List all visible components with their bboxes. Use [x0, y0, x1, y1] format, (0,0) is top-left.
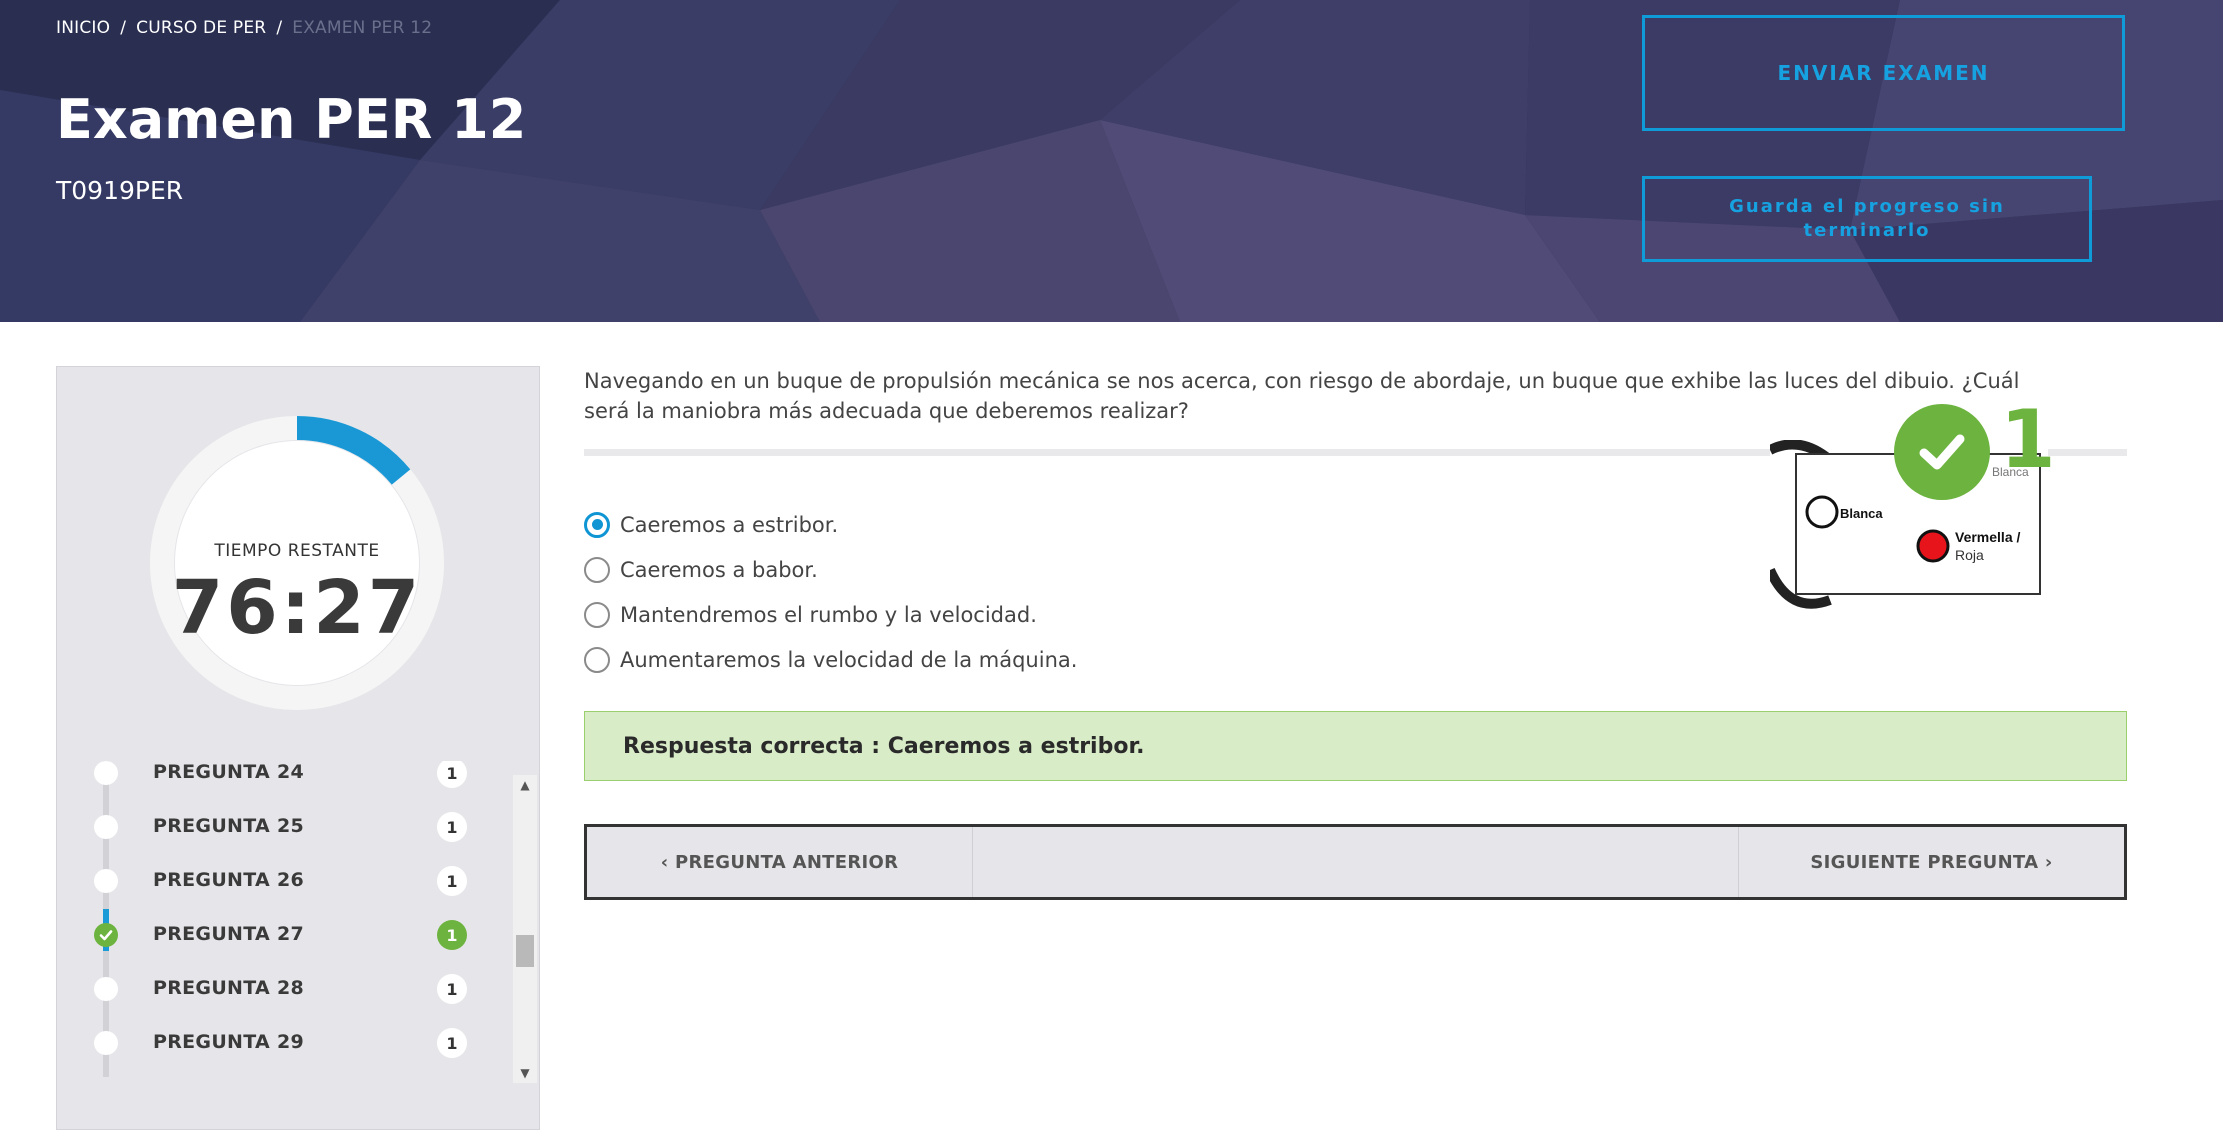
answer-option-label: Caeremos a estribor.	[620, 512, 839, 537]
breadcrumb-separator: /	[120, 18, 127, 38]
timer-ring	[150, 416, 444, 710]
question-item-27[interactable]: PREGUNTA 27 1	[57, 909, 517, 963]
question-label: PREGUNTA 28	[153, 977, 305, 999]
question-points-badge: 1	[437, 761, 467, 788]
question-status-dot	[94, 815, 118, 839]
question-status-dot	[94, 761, 118, 785]
caret-up-icon[interactable]: ▲	[513, 775, 537, 795]
question-points-badge: 1	[437, 920, 467, 950]
answer-option-label: Mantendremos el rumbo y la velocidad.	[620, 602, 1037, 627]
send-exam-button[interactable]: ENVIAR EXAMEN	[1642, 15, 2125, 131]
question-label: PREGUNTA 29	[153, 1031, 305, 1053]
question-points-badge: 1	[437, 866, 467, 896]
timer-label: TIEMPO RESTANTE	[214, 541, 380, 561]
timer-value: 76:27	[171, 565, 423, 651]
figure-label-red-1: Vermella /	[1955, 529, 2020, 545]
radio-button[interactable]	[584, 556, 610, 583]
radio-button-selected[interactable]	[584, 511, 610, 538]
answer-option-label: Aumentaremos la velocidad de la máquina.	[620, 647, 1078, 672]
question-status-dot	[94, 869, 118, 893]
radio-button[interactable]	[584, 646, 610, 673]
figure-label-white: Blanca	[1840, 506, 1883, 521]
figure-label-red-2: Roja	[1955, 547, 1984, 563]
question-item-26[interactable]: PREGUNTA 26 1	[57, 855, 517, 909]
radio-button[interactable]	[584, 601, 610, 628]
breadcrumb-separator: /	[276, 18, 283, 38]
breadcrumb-course[interactable]: CURSO DE PER	[136, 18, 266, 38]
page-subtitle: T0919PER	[56, 176, 184, 205]
answer-option[interactable]: Mantendremos el rumbo y la velocidad.	[584, 592, 1077, 637]
question-list-scrollbar[interactable]: ▲ ▼	[513, 775, 537, 1083]
question-navigation: ‹ PREGUNTA ANTERIOR SIGUIENTE PREGUNTA ›	[584, 824, 2127, 900]
question-points-badge: 1	[437, 974, 467, 1004]
question-label: PREGUNTA 27	[153, 923, 305, 945]
question-points-badge: 1	[437, 812, 467, 842]
header-banner: INICIO / CURSO DE PER / EXAMEN PER 12 Ex…	[0, 0, 2223, 322]
save-progress-button[interactable]: Guarda el progreso sin terminarlo	[1642, 176, 2092, 262]
question-item-28[interactable]: PREGUNTA 28 1	[57, 963, 517, 1017]
caret-down-icon[interactable]: ▼	[513, 1063, 537, 1083]
breadcrumb-current: EXAMEN PER 12	[292, 18, 433, 38]
question-text: Navegando en un buque de propulsión mecá…	[584, 369, 2020, 423]
question-status-dot	[94, 977, 118, 1001]
question-item-25[interactable]: PREGUNTA 25 1	[57, 801, 517, 855]
answer-option[interactable]: Caeremos a babor.	[584, 547, 1077, 592]
question-item-29[interactable]: PREGUNTA 29 1	[57, 1017, 517, 1071]
question-score: 1	[2000, 393, 2056, 486]
question-status-dot	[94, 1031, 118, 1055]
question-item-24[interactable]: PREGUNTA 24 1	[57, 761, 517, 801]
question-points-badge: 1	[437, 1028, 467, 1058]
answer-option-label: Caeremos a babor.	[620, 557, 818, 582]
countdown-timer: TIEMPO RESTANTE 76:27	[147, 413, 447, 713]
breadcrumb: INICIO / CURSO DE PER / EXAMEN PER 12	[56, 18, 432, 38]
answer-option[interactable]: Aumentaremos la velocidad de la máquina.	[584, 637, 1077, 682]
question-label: PREGUNTA 24	[153, 761, 305, 783]
exam-sidebar: TIEMPO RESTANTE 76:27 PREGUNTA 24 1 PREG…	[56, 366, 540, 1130]
check-icon	[1894, 404, 1990, 500]
previous-question-button[interactable]: ‹ PREGUNTA ANTERIOR	[587, 827, 973, 897]
next-question-button[interactable]: SIGUIENTE PREGUNTA ›	[1738, 827, 2124, 897]
question-list: PREGUNTA 24 1 PREGUNTA 25 1 PREGUNTA 26 …	[57, 761, 517, 1077]
scrollbar-thumb[interactable]	[516, 935, 534, 967]
correct-answer-feedback: Respuesta correcta : Caeremos a estribor…	[584, 711, 2127, 781]
answer-option[interactable]: Caeremos a estribor.	[584, 502, 1077, 547]
question-label: PREGUNTA 26	[153, 869, 305, 891]
answer-options: Caeremos a estribor. Caeremos a babor. M…	[584, 502, 1077, 682]
page-title: Examen PER 12	[56, 88, 527, 151]
check-icon	[94, 923, 118, 947]
breadcrumb-home[interactable]: INICIO	[56, 18, 110, 38]
question-label: PREGUNTA 25	[153, 815, 305, 837]
